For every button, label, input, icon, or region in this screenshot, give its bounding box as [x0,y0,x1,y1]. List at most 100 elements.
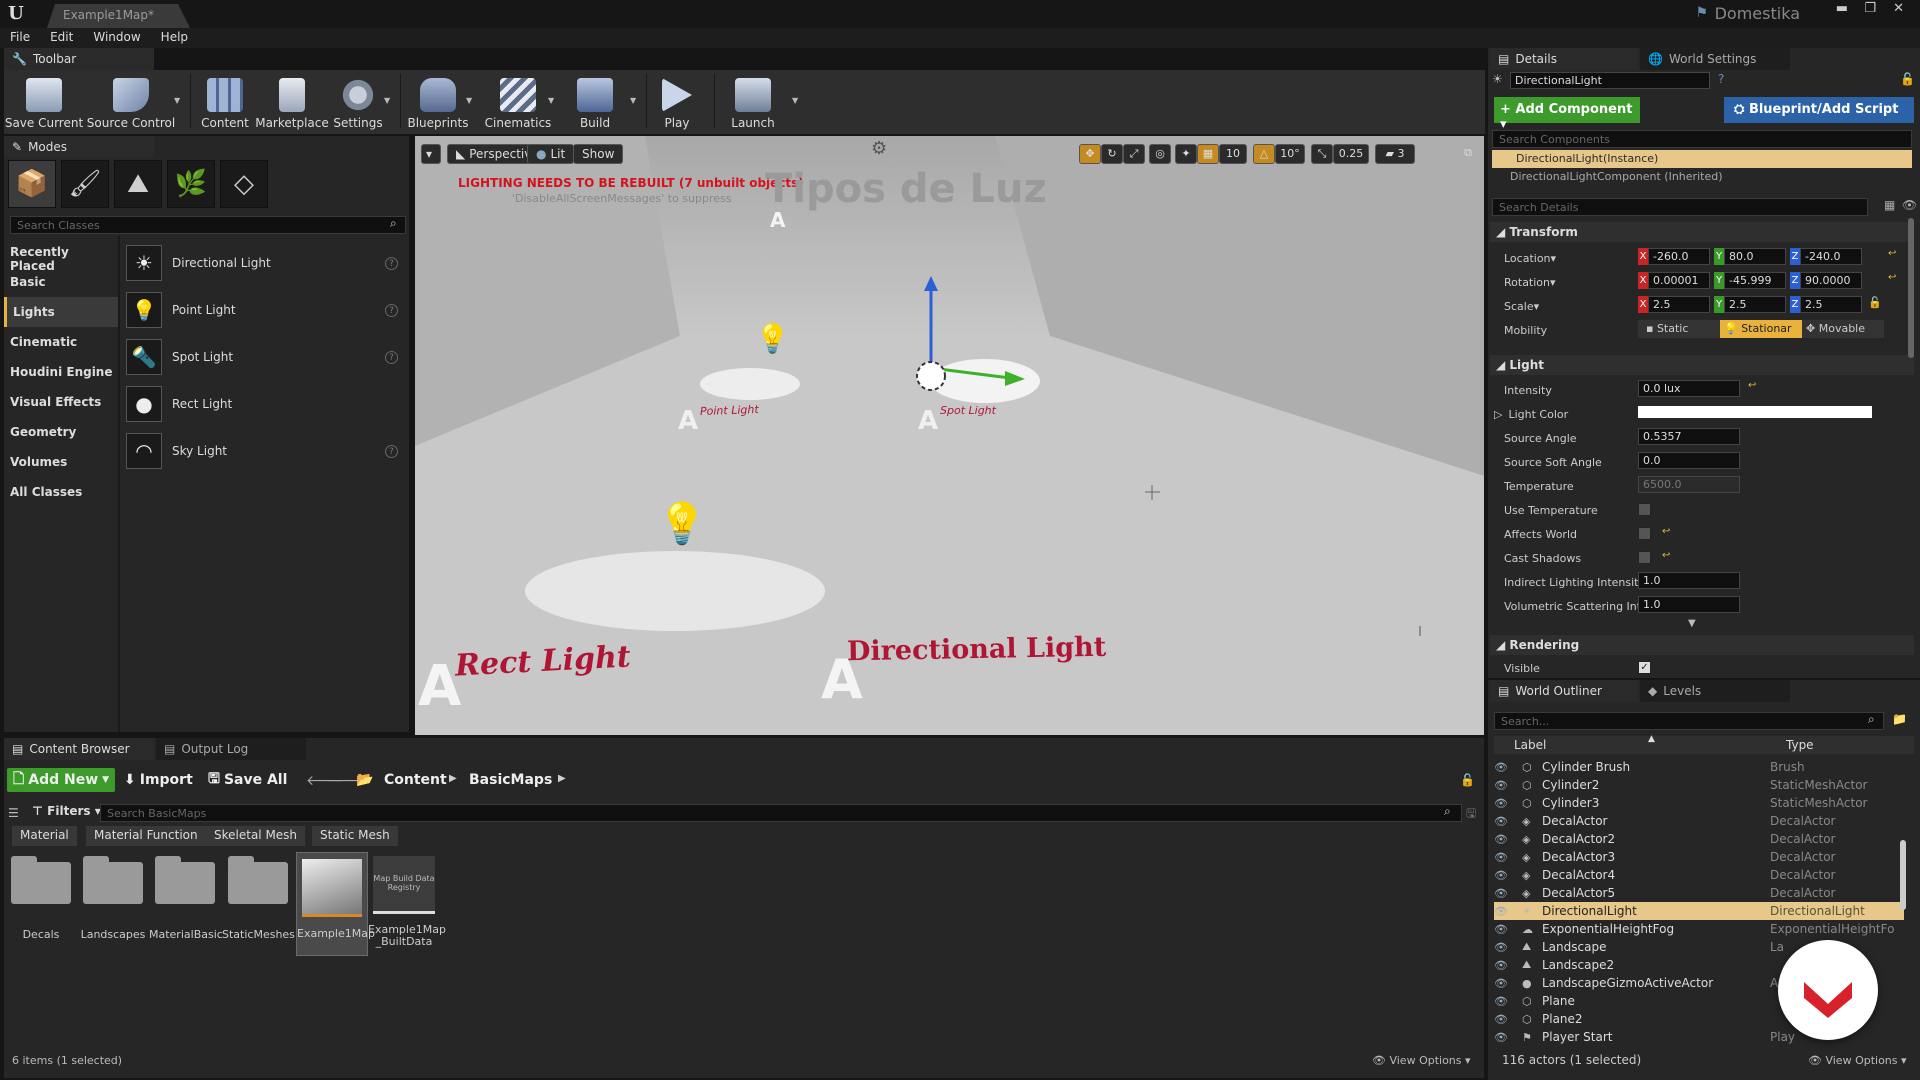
chevron-down-icon[interactable]: ▼ [792,96,798,105]
text-render-icon[interactable]: A [918,406,938,436]
category-cinematic[interactable]: Cinematic [4,327,119,357]
rotation-z-field[interactable]: 90.0000 [1800,272,1862,289]
filters-button[interactable]: ⊤ Filters ▾ [32,804,101,818]
breadcrumb-basicmaps[interactable]: BasicMaps [469,768,552,792]
rect-light-bulb-icon[interactable]: 💡 [657,500,707,547]
visibility-eye-icon[interactable]: 👁 [1494,1013,1510,1026]
category-volumes[interactable]: Volumes [4,447,119,477]
lit-button[interactable]: ● Lit [527,144,575,164]
chevron-down-icon[interactable]: ▼ [174,96,180,105]
menu-help[interactable]: Help [151,28,198,48]
outliner-row[interactable]: 👁 ☀ DirectionalLight DirectionalLight [1494,902,1904,920]
mobility-stationary-button[interactable]: 💡 Stationar [1720,320,1802,338]
filter-material[interactable]: Material [12,826,77,846]
help-icon[interactable]: ? [385,444,398,458]
camera-speed-button[interactable]: ▰ 3 [1375,144,1415,164]
tab-content-browser[interactable]: ▤ Content Browser [4,738,154,760]
rotate-tool-icon[interactable]: ↻ [1101,144,1123,164]
scale-tool-icon[interactable]: ⤢ [1123,144,1145,164]
outliner-scrollbar[interactable] [1900,840,1906,910]
filter-skeletal-mesh[interactable]: Skeletal Mesh [206,826,306,846]
light-section[interactable]: ◢ Light [1490,355,1914,375]
surface-snap-icon[interactable]: ✦ [1175,144,1197,164]
lock-icon[interactable]: 🔓 [1460,773,1475,787]
add-folder-icon[interactable]: 📁 [1892,712,1907,726]
save-all-button[interactable]: 🖫 Save All [208,768,287,792]
asset-folder-staticmeshes[interactable]: StaticMeshes [222,856,295,941]
scale-snap-value[interactable]: 0.25 [1333,144,1369,164]
help-icon[interactable]: ? [385,350,398,364]
rotation-x-field[interactable]: 0.00001 [1648,272,1710,289]
breadcrumb-content[interactable]: Content [384,768,447,792]
outliner-search-input[interactable]: Search... [1494,712,1884,730]
mobility-static-button[interactable]: ▪ Static [1638,320,1720,338]
help-icon[interactable]: ? [1718,72,1724,86]
visibility-eye-icon[interactable]: 👁 [1494,977,1510,990]
column-type[interactable]: Type [1786,738,1814,752]
rotation-y-field[interactable]: -45.999 [1724,272,1786,289]
intensity-field[interactable]: 0.0 lux [1638,380,1740,397]
list-item-spot-light[interactable]: 🔦 Spot Light ? [126,335,404,379]
search-basicmaps-input[interactable]: Search BasicMaps [100,804,1462,822]
settings-button[interactable]: Settings [330,70,386,134]
outliner-row[interactable]: 👁 ◈ DecalActor DecalActor [1494,812,1904,830]
visibility-eye-icon[interactable]: 👁 [1494,959,1510,972]
temperature-field[interactable]: 6500.0 [1638,476,1740,493]
location-x-field[interactable]: -260.0 [1648,248,1710,265]
property-matrix-icon[interactable]: ▦ [1884,198,1895,212]
visibility-eye-icon[interactable]: 👁 [1494,833,1510,846]
category-recently-placed[interactable]: Recently Placed [4,237,119,273]
play-button[interactable]: Play [650,70,704,134]
place-mode-icon[interactable]: 📦 [8,160,56,208]
location-y-field[interactable]: 80.0 [1724,248,1786,265]
visibility-eye-icon[interactable]: 👁 [1494,779,1510,792]
tab-details[interactable]: ▤ Details [1490,48,1638,70]
outliner-row[interactable]: 👁 ☁ ExponentialHeightFog ExponentialHeightF… [1494,920,1904,938]
mobility-movable-button[interactable]: ✥ Movable [1802,320,1884,338]
source-soft-angle-field[interactable]: 0.0 [1638,452,1740,469]
grid-size-value[interactable]: 10 [1219,144,1247,164]
tab-output-log[interactable]: ▤ Output Log [156,738,306,760]
reset-arrow-icon[interactable]: ↩ [1662,550,1670,561]
outliner-row[interactable]: 👁 ◈ DecalActor2 DecalActor [1494,830,1904,848]
maximize-viewport-icon[interactable]: ⧉ [1459,144,1477,164]
search-components-input[interactable]: Search Components [1492,130,1912,148]
landscape-mode-icon[interactable]: ⛰ [114,160,162,208]
close-icon[interactable]: ✕ [1893,1,1904,16]
reset-arrow-icon[interactable]: ↩ [1748,380,1756,391]
outliner-view-options-button[interactable]: 👁 View Options ▾ [1808,1054,1907,1067]
outliner-row[interactable]: 👁 ◈ DecalActor5 DecalActor [1494,884,1904,902]
help-icon[interactable]: ? [385,256,398,270]
marketplace-button[interactable]: Marketplace [252,70,332,134]
document-tab[interactable]: Example1Map* [47,4,190,28]
outliner-row[interactable]: 👁 ⬡ Cylinder2 StaticMeshActor [1494,776,1904,794]
tab-toolbar[interactable]: 🔧 Toolbar [4,48,154,70]
light-color-swatch[interactable] [1638,406,1872,418]
volumetric-scattering-field[interactable]: 1.0 [1638,596,1740,613]
camera-actor-icon[interactable]: ⚙ [871,138,887,159]
visibility-eye-icon[interactable]: 👁 [1494,869,1510,882]
world-local-icon[interactable]: ◎ [1149,144,1171,164]
sources-toggle-icon[interactable]: ☰ [8,806,19,820]
asset-folder-materialbasic[interactable]: MaterialBasic [149,856,223,941]
launch-button[interactable]: Launch [716,70,790,134]
viewport-options-button[interactable]: ▾ [421,144,441,164]
instance-row[interactable]: DirectionalLight(Instance) [1492,150,1912,168]
scale-z-field[interactable]: 2.5 [1800,296,1862,313]
reset-arrow-icon[interactable]: ↩ [1662,526,1670,537]
rotation-snap-value[interactable]: 10° [1275,144,1305,164]
outliner-row[interactable]: 👁 ◈ DecalActor3 DecalActor [1494,848,1904,866]
save-current-button[interactable]: Save Current [4,70,84,134]
translate-tool-icon[interactable]: ✥ [1079,144,1101,164]
point-light-actor-icon[interactable]: 💡 [755,322,790,355]
list-item-rect-light[interactable]: ● Rect Light [126,382,404,426]
visibility-eye-icon[interactable]: 👁 [1494,941,1510,954]
scale-x-field[interactable]: 2.5 [1648,296,1710,313]
grid-snap-icon[interactable]: ▦ [1197,144,1219,164]
column-label[interactable]: Label [1514,738,1546,752]
add-new-button[interactable]: 🗋 Add New ▼ [7,768,116,792]
visibility-eye-icon[interactable]: 👁 [1494,851,1510,864]
visibility-eye-icon[interactable]: 👁 [1494,815,1510,828]
add-component-button[interactable]: + Add Component ▾ [1494,97,1640,132]
component-row[interactable]: DirectionalLightComponent (Inherited) [1510,170,1722,183]
